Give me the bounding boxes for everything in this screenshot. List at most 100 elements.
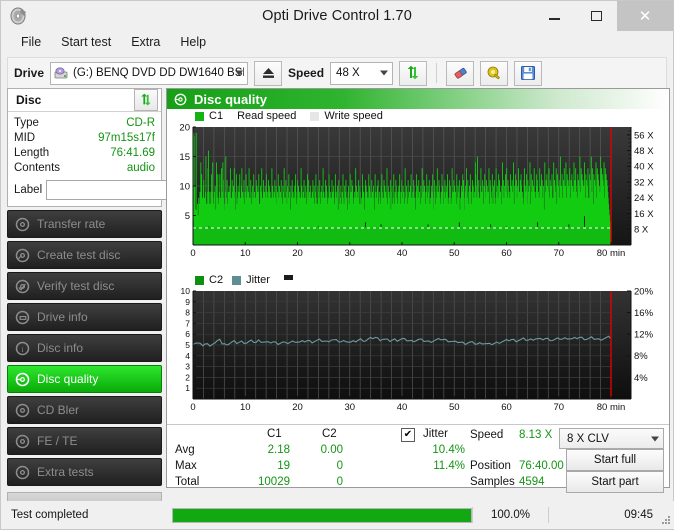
sidebar-item-drive-info[interactable]: Drive info [7,303,162,331]
resize-grip[interactable] [661,515,671,525]
svg-text:0: 0 [190,402,195,413]
disc-row-key: MID [14,132,36,144]
settings-button[interactable] [480,60,509,86]
disc-properties: Type CD-R MID 97m15s17f Length 76:41.69 … [8,112,251,206]
disc-row-value: CD-R [126,117,155,129]
disc-row-value: audio [126,162,155,174]
stats-avg-c2: 0.00 [320,444,343,456]
close-button[interactable]: ✕ [617,1,673,31]
sidebar-item-create-test-disc[interactable]: Create test disc [7,241,162,269]
svg-text:20: 20 [292,248,303,259]
disc-panel-header: Disc [8,89,161,112]
disc-refresh-button[interactable] [134,89,158,111]
sidebar-item-disc-info[interactable]: i Disc info [7,334,162,362]
menu-item-file[interactable]: File [11,33,51,51]
svg-text:30: 30 [344,402,355,413]
sidebar-item-label: Extra tests [37,465,94,479]
eject-button[interactable] [254,60,283,86]
chevron-down-icon [235,70,244,76]
svg-text:16 X: 16 X [634,209,654,220]
erase-button[interactable] [446,60,475,86]
sidebar-item-transfer-rate[interactable]: Transfer rate [7,210,162,238]
jitter-marker-icon [283,274,293,280]
sidebar-item-label: Transfer rate [37,217,106,231]
stats-header-c1: C1 [267,428,282,440]
title-bar: Opti Drive Control 1.70 ✕ [1,1,673,31]
menu-item-help[interactable]: Help [170,33,216,51]
sidebar-item-cd-bler[interactable]: CD Bler [7,396,162,424]
menu-item-extra[interactable]: Extra [121,33,170,51]
svg-text:80 min: 80 min [597,248,626,259]
charts-container: C1 Read speed Write speed 5 10 15 20 8 X… [167,109,669,424]
drive-info-icon [15,310,30,325]
sidebar-item-disc-quality[interactable]: Disc quality [7,365,162,393]
svg-text:20%: 20% [634,287,654,297]
drive-select[interactable]: (G:) BENQ DVD DD DW1640 BSRB [50,61,249,85]
svg-text:12%: 12% [634,330,654,341]
drive-label: Drive [14,66,45,80]
save-button[interactable] [514,60,543,86]
refresh-button[interactable] [399,60,428,86]
disc-row-mid: MID 97m15s17f [14,131,155,146]
svg-text:5: 5 [185,340,190,350]
sidebar-item-label: CD Bler [37,403,80,417]
c2-legend-label: C2 [209,274,224,286]
disc-quality-icon [174,93,187,106]
c2-legend-swatch [195,275,204,285]
write-speed-legend-swatch [310,111,320,121]
c1-chart[interactable]: 5 10 15 20 8 X 16 X 24 X 32 X 40 X 48 X 56 X 0 10 2… [167,123,669,271]
disc-row-contents: Contents audio [14,161,155,176]
menu-item-start-test[interactable]: Start test [51,33,121,51]
sidebar-item-extra-tests[interactable]: Extra tests [7,458,162,486]
c2-jitter-chart[interactable]: 1 2 3 4 5 6 7 8 9 10 4% 8% 12% 16% 20% 0 10 20 30 40 50 60 7… [167,287,669,423]
svg-text:60: 60 [501,402,512,413]
disc-extra-icon [15,465,30,480]
elapsed-time: 09:45 [624,509,653,521]
write-speed-select[interactable]: 8 X CLV [559,428,664,449]
svg-text:50: 50 [449,248,460,259]
nav-list: Transfer rate Create test disc Verify te… [7,210,162,508]
svg-text:80 min: 80 min [597,402,626,413]
start-full-button[interactable]: Start full [566,449,664,471]
disc-row-type: Type CD-R [14,116,155,131]
svg-text:6: 6 [185,329,190,339]
maximize-button[interactable] [575,1,617,31]
disc-quality-icon [15,372,30,387]
svg-text:40 X: 40 X [634,162,654,173]
svg-text:4%: 4% [634,373,648,384]
stats-avg-c1: 2.18 [267,444,290,456]
disc-write-icon [15,248,30,263]
disc-row-length: Length 76:41.69 [14,146,155,161]
progress-bar-fill [173,508,471,522]
menu-bar: File Start test Extra Help [1,31,673,53]
progress-bar [172,507,472,523]
svg-text:9: 9 [185,297,190,307]
application-window: Opti Drive Control 1.70 ✕ File Start tes… [0,0,674,530]
speed-select[interactable]: 48 X [330,61,394,85]
main-panel-title: Disc quality [194,91,267,107]
svg-text:24 X: 24 X [634,193,654,204]
svg-text:70: 70 [553,402,564,413]
disc-verify-icon [15,279,30,294]
stats-row-label-total: Total [175,476,200,488]
disc-row-key: Type [14,117,39,129]
speed-value: 48 X [336,67,360,79]
svg-text:50: 50 [449,402,460,413]
disc-row-key: Length [14,147,50,159]
main-panel: Disc quality C1 Read speed Write speed 5… [166,88,670,493]
sidebar-item-fe-te[interactable]: FE / TE [7,427,162,455]
app-disc-icon [9,6,29,26]
svg-text:1: 1 [185,383,190,393]
main-panel-header: Disc quality [167,89,669,109]
sidebar: Disc Type CD-R MID 97m15s17f Length 76:4… [7,88,251,526]
stats-row-label-max: Max [175,460,197,472]
chevron-down-icon [651,436,659,441]
write-speed-value: 8 X CLV [567,432,609,445]
sidebar-item-verify-test-disc[interactable]: Verify test disc [7,272,162,300]
svg-text:40: 40 [397,248,408,259]
svg-text:2: 2 [185,372,190,382]
jitter-checkbox[interactable]: ✔ [401,428,415,442]
disc-info-icon: i [15,341,30,356]
start-part-button[interactable]: Start part [566,471,664,493]
minimize-button[interactable] [533,1,575,31]
